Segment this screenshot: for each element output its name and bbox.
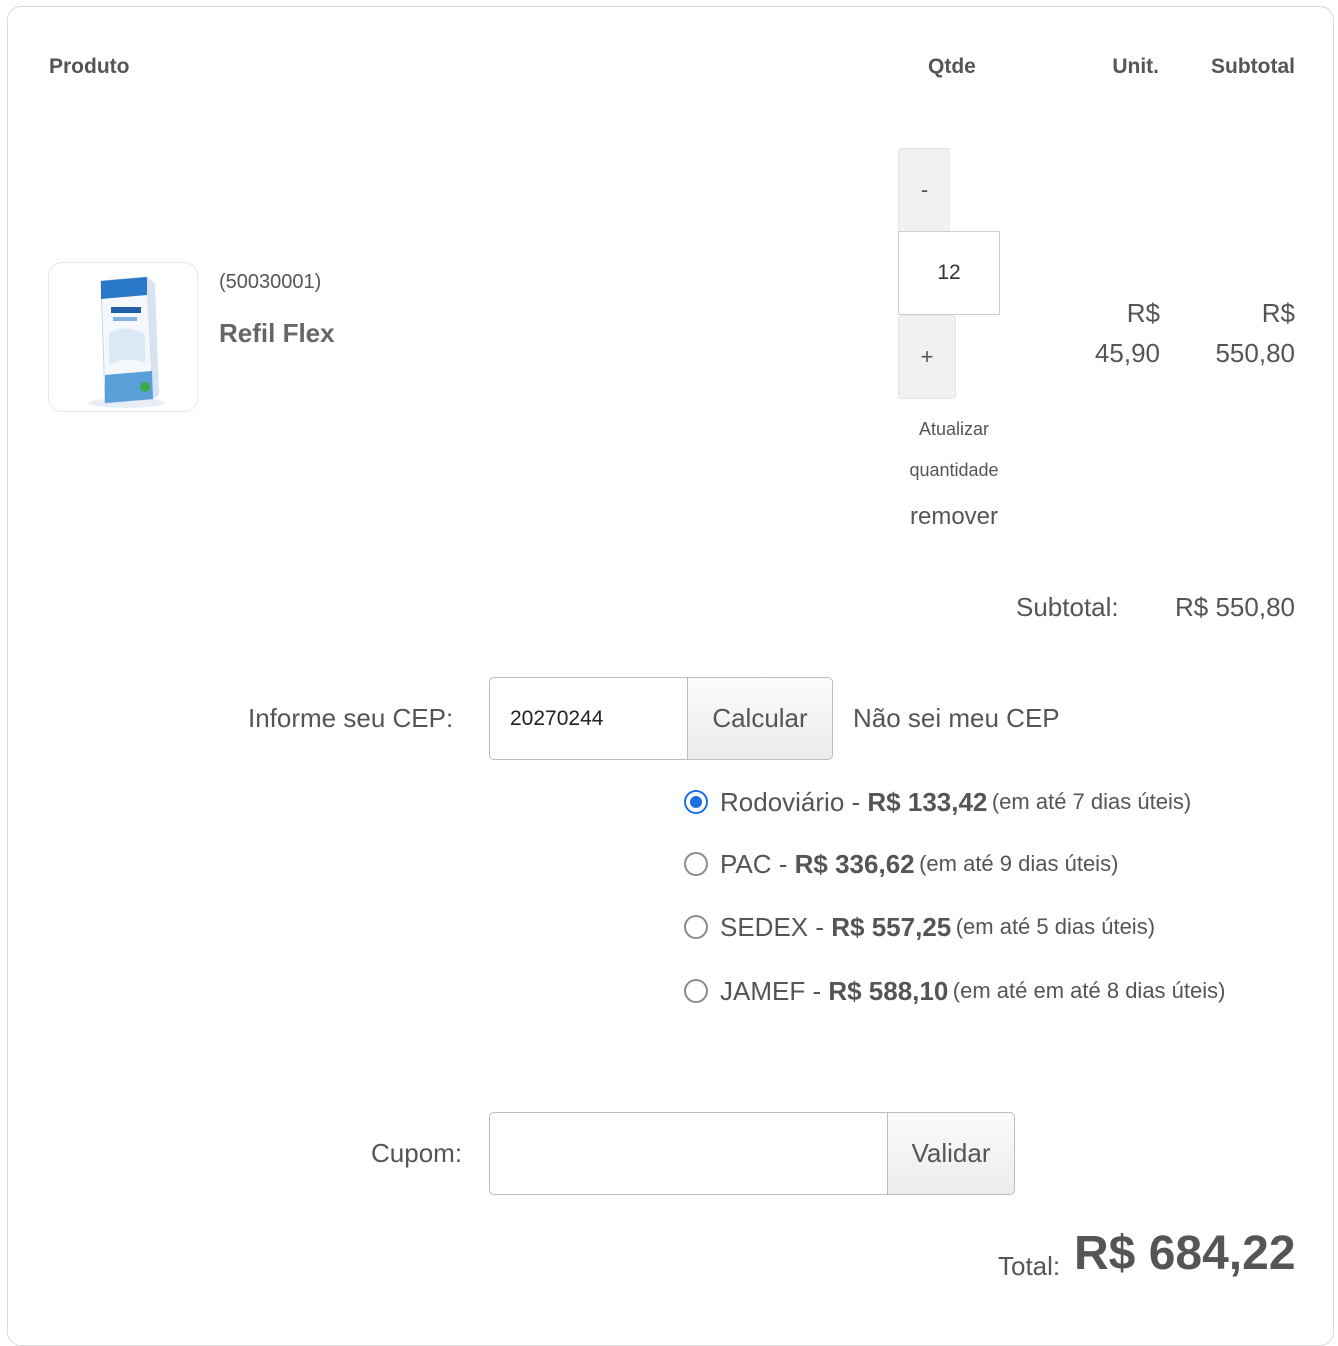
radio-selected-icon[interactable] (684, 790, 708, 814)
shipping-option-days: (em até 7 dias úteis) (991, 789, 1192, 814)
shipping-option-name: PAC (720, 848, 772, 879)
validate-coupon-button[interactable]: Validar (887, 1112, 1015, 1195)
shipping-option-separator: - (844, 786, 868, 817)
product-code: (50030001) (219, 271, 322, 293)
shipping-option-price: R$ 588,10 (828, 975, 949, 1006)
product-name[interactable]: Refil Flex (219, 318, 335, 349)
row-subtotal: R$ 550,80 (1180, 293, 1295, 373)
total-label: Total: (998, 1251, 1061, 1281)
shipping-option-sedex[interactable]: SEDEX - R$ 557,25 (em até 5 dias úteis) (684, 909, 1155, 945)
shipping-option-name: JAMEF (720, 975, 806, 1006)
shipping-option-days: (em até em até 8 dias úteis) (952, 978, 1226, 1003)
unit-price: R$ 45,90 (1060, 293, 1160, 373)
coupon-label: Cupom: (371, 1138, 463, 1168)
shipping-option-days: (em até 5 dias úteis) (955, 914, 1156, 939)
unit-price-value: 45,90 (1094, 338, 1160, 368)
shipping-option-separator: - (805, 975, 829, 1006)
radio-unselected-icon[interactable] (684, 852, 708, 876)
header-subtotal: Subtotal (1211, 55, 1295, 78)
radio-unselected-icon[interactable] (684, 915, 708, 939)
row-subtotal-value: 550,80 (1215, 338, 1295, 368)
header-unit: Unit. (1112, 55, 1159, 78)
shipping-option-name: SEDEX (720, 911, 809, 942)
remove-item-link[interactable]: remover (880, 503, 1028, 531)
decrease-qty-button[interactable]: - (898, 148, 950, 232)
coupon-input[interactable] (489, 1112, 889, 1195)
shipping-option-price: R$ 557,25 (831, 911, 952, 942)
shipping-option-price: R$ 336,62 (794, 848, 915, 879)
product-image[interactable] (48, 262, 198, 412)
calculate-shipping-button[interactable]: Calcular (687, 677, 833, 760)
header-qty: Qtde (928, 55, 976, 78)
radio-unselected-icon[interactable] (684, 979, 708, 1003)
subtotal-label: Subtotal: (1016, 592, 1119, 622)
update-quantity-line2: quantidade (909, 460, 999, 480)
cep-label: Informe seu CEP: (248, 703, 454, 733)
shipping-option-name: Rodoviário (720, 786, 845, 817)
product-box-image (89, 276, 165, 408)
total-value: R$ 684,22 (1074, 1227, 1296, 1280)
shipping-option-separator: - (808, 911, 832, 942)
row-subtotal-currency: R$ (1261, 298, 1295, 328)
increase-qty-button[interactable]: + (898, 315, 956, 399)
shipping-option-price: R$ 133,42 (867, 786, 988, 817)
unit-price-currency: R$ (1126, 298, 1160, 328)
shipping-option-pac[interactable]: PAC - R$ 336,62 (em até 9 dias úteis) (684, 846, 1118, 882)
cep-input[interactable] (489, 677, 689, 760)
shipping-option-separator: - (771, 848, 795, 879)
update-quantity-line1: Atualizar (918, 419, 990, 439)
subtotal-value: R$ 550,80 (1175, 592, 1295, 622)
find-cep-link[interactable]: Não sei meu CEP (853, 703, 1060, 734)
quantity-input[interactable] (898, 231, 1000, 315)
shipping-option-days: (em até 9 dias úteis) (919, 851, 1119, 876)
header-product: Produto (49, 55, 130, 78)
update-quantity-link[interactable]: Atualizar quantidade (880, 409, 1028, 491)
shipping-option-jamef[interactable]: JAMEF - R$ 588,10 (em até em até 8 dias … (684, 973, 1225, 1009)
shipping-option-rodoviario[interactable]: Rodoviário - R$ 133,42 (em até 7 dias út… (684, 784, 1191, 820)
